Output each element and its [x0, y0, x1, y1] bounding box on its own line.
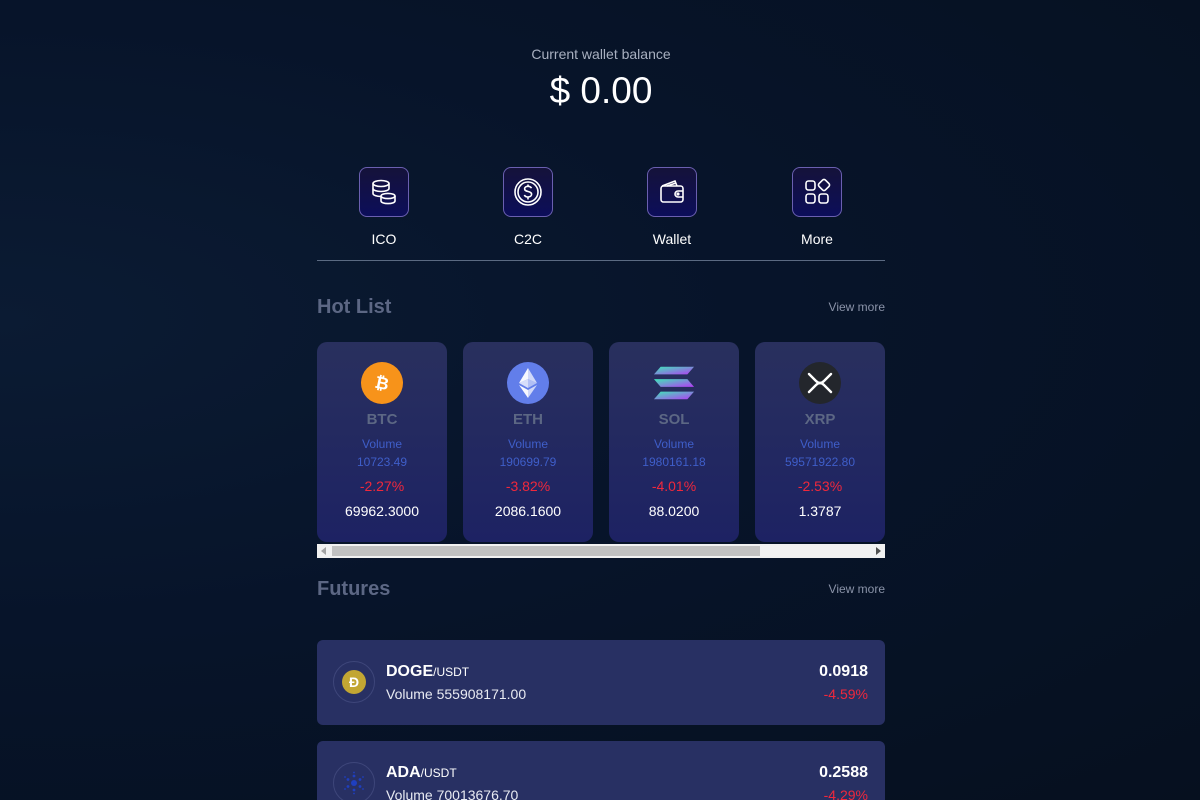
- hot-card-xrp[interactable]: XRP Volume 59571922.80 -2.53% 1.3787: [755, 342, 885, 542]
- scrollbar-thumb[interactable]: [332, 546, 760, 556]
- hot-card-sol[interactable]: SOL Volume 1980161.18 -4.01% 88.0200: [609, 342, 739, 542]
- cardano-icon: [333, 762, 375, 800]
- quick-action-c2c[interactable]: C2C: [478, 167, 578, 247]
- bitcoin-icon: ₿: [361, 362, 403, 404]
- volume-value: 59571922.80: [784, 455, 856, 469]
- futures-row-doge[interactable]: Ð DOGE/USDT Volume 555908171.00 0.0918 -…: [317, 640, 885, 725]
- hot-card-btc[interactable]: ₿ BTC Volume 10723.49 -2.27% 69962.3000: [317, 342, 447, 542]
- quick-action-label: ICO: [371, 231, 397, 247]
- change-percent: -4.01%: [651, 478, 697, 494]
- coin-price: 69962.3000: [345, 503, 419, 519]
- futures-base: ADA: [386, 764, 421, 781]
- quick-action-label: Wallet: [652, 231, 692, 247]
- xrp-icon: [799, 362, 841, 404]
- coin-price: 88.0200: [648, 503, 700, 519]
- quick-action-more[interactable]: More: [767, 167, 867, 247]
- grid-more-icon: [805, 178, 831, 204]
- ethereum-icon: [507, 362, 549, 404]
- futures-quote: /USDT: [433, 665, 470, 679]
- futures-quote: /USDT: [420, 766, 457, 780]
- balance-label: Current wallet balance: [531, 46, 671, 62]
- volume-value: 190699.79: [499, 455, 557, 469]
- dollar-circle-icon: [514, 178, 542, 206]
- ico-button[interactable]: [359, 167, 409, 217]
- futures-price: 0.2588: [819, 764, 868, 781]
- volume-label: Volume: [507, 437, 549, 451]
- wallet-icon: [660, 179, 684, 203]
- quick-action-ico[interactable]: ICO: [334, 167, 434, 247]
- volume-label: Volume: [653, 437, 695, 451]
- futures-title: Futures: [317, 578, 391, 600]
- futures-change: -4.29%: [823, 787, 868, 800]
- hot-list-scroller[interactable]: ₿ BTC Volume 10723.49 -2.27% 69962.3000: [317, 342, 885, 558]
- quick-action-label: More: [801, 231, 833, 247]
- solana-icon: [653, 362, 695, 404]
- change-percent: -2.27%: [359, 478, 405, 494]
- horizontal-scrollbar[interactable]: [317, 544, 885, 558]
- futures-base: DOGE: [386, 663, 434, 680]
- change-percent: -2.53%: [797, 478, 843, 494]
- futures-change: -4.59%: [823, 686, 868, 702]
- hot-card-eth[interactable]: ETH Volume 190699.79 -3.82% 2086.1600: [463, 342, 593, 542]
- futures-pair: DOGE/USDT: [386, 663, 469, 681]
- scroll-left-arrow-icon[interactable]: [321, 547, 326, 555]
- coins-stack-icon: [372, 179, 396, 205]
- volume-value: 1980161.18: [642, 455, 706, 469]
- volume-value: 10723.49: [356, 455, 408, 469]
- coin-symbol: SOL: [658, 411, 690, 428]
- coin-symbol: XRP: [804, 411, 836, 428]
- futures-price: 0.0918: [819, 663, 868, 680]
- change-percent: -3.82%: [505, 478, 551, 494]
- balance-value: $ 0.00: [549, 70, 653, 111]
- quick-action-wallet[interactable]: Wallet: [622, 167, 722, 247]
- quick-action-label: C2C: [513, 231, 542, 247]
- coin-symbol: ETH: [513, 411, 543, 428]
- more-button[interactable]: [792, 167, 842, 217]
- c2c-button[interactable]: [503, 167, 553, 217]
- futures-view-more[interactable]: View more: [829, 582, 885, 596]
- coin-symbol: BTC: [366, 411, 398, 428]
- wallet-button[interactable]: [647, 167, 697, 217]
- futures-pair: ADA/USDT: [386, 764, 457, 782]
- coin-price: 1.3787: [798, 503, 842, 519]
- hot-list-title: Hot List: [317, 296, 392, 318]
- volume-label: Volume: [799, 437, 841, 451]
- coin-price: 2086.1600: [494, 503, 562, 519]
- svg-text:₿: ₿: [373, 373, 391, 394]
- svg-text:Ð: Ð: [349, 674, 359, 690]
- dogecoin-icon: Ð: [333, 661, 375, 703]
- futures-volume: Volume 70013676.70: [386, 787, 519, 800]
- quick-actions: ICO C2C Wallet More: [317, 167, 885, 261]
- futures-volume: Volume 555908171.00: [386, 686, 527, 702]
- scroll-right-arrow-icon[interactable]: [876, 547, 881, 555]
- volume-label: Volume: [361, 437, 403, 451]
- futures-row-ada[interactable]: ADA/USDT Volume 70013676.70 0.2588 -4.29…: [317, 741, 885, 800]
- hot-list-view-more[interactable]: View more: [829, 300, 885, 314]
